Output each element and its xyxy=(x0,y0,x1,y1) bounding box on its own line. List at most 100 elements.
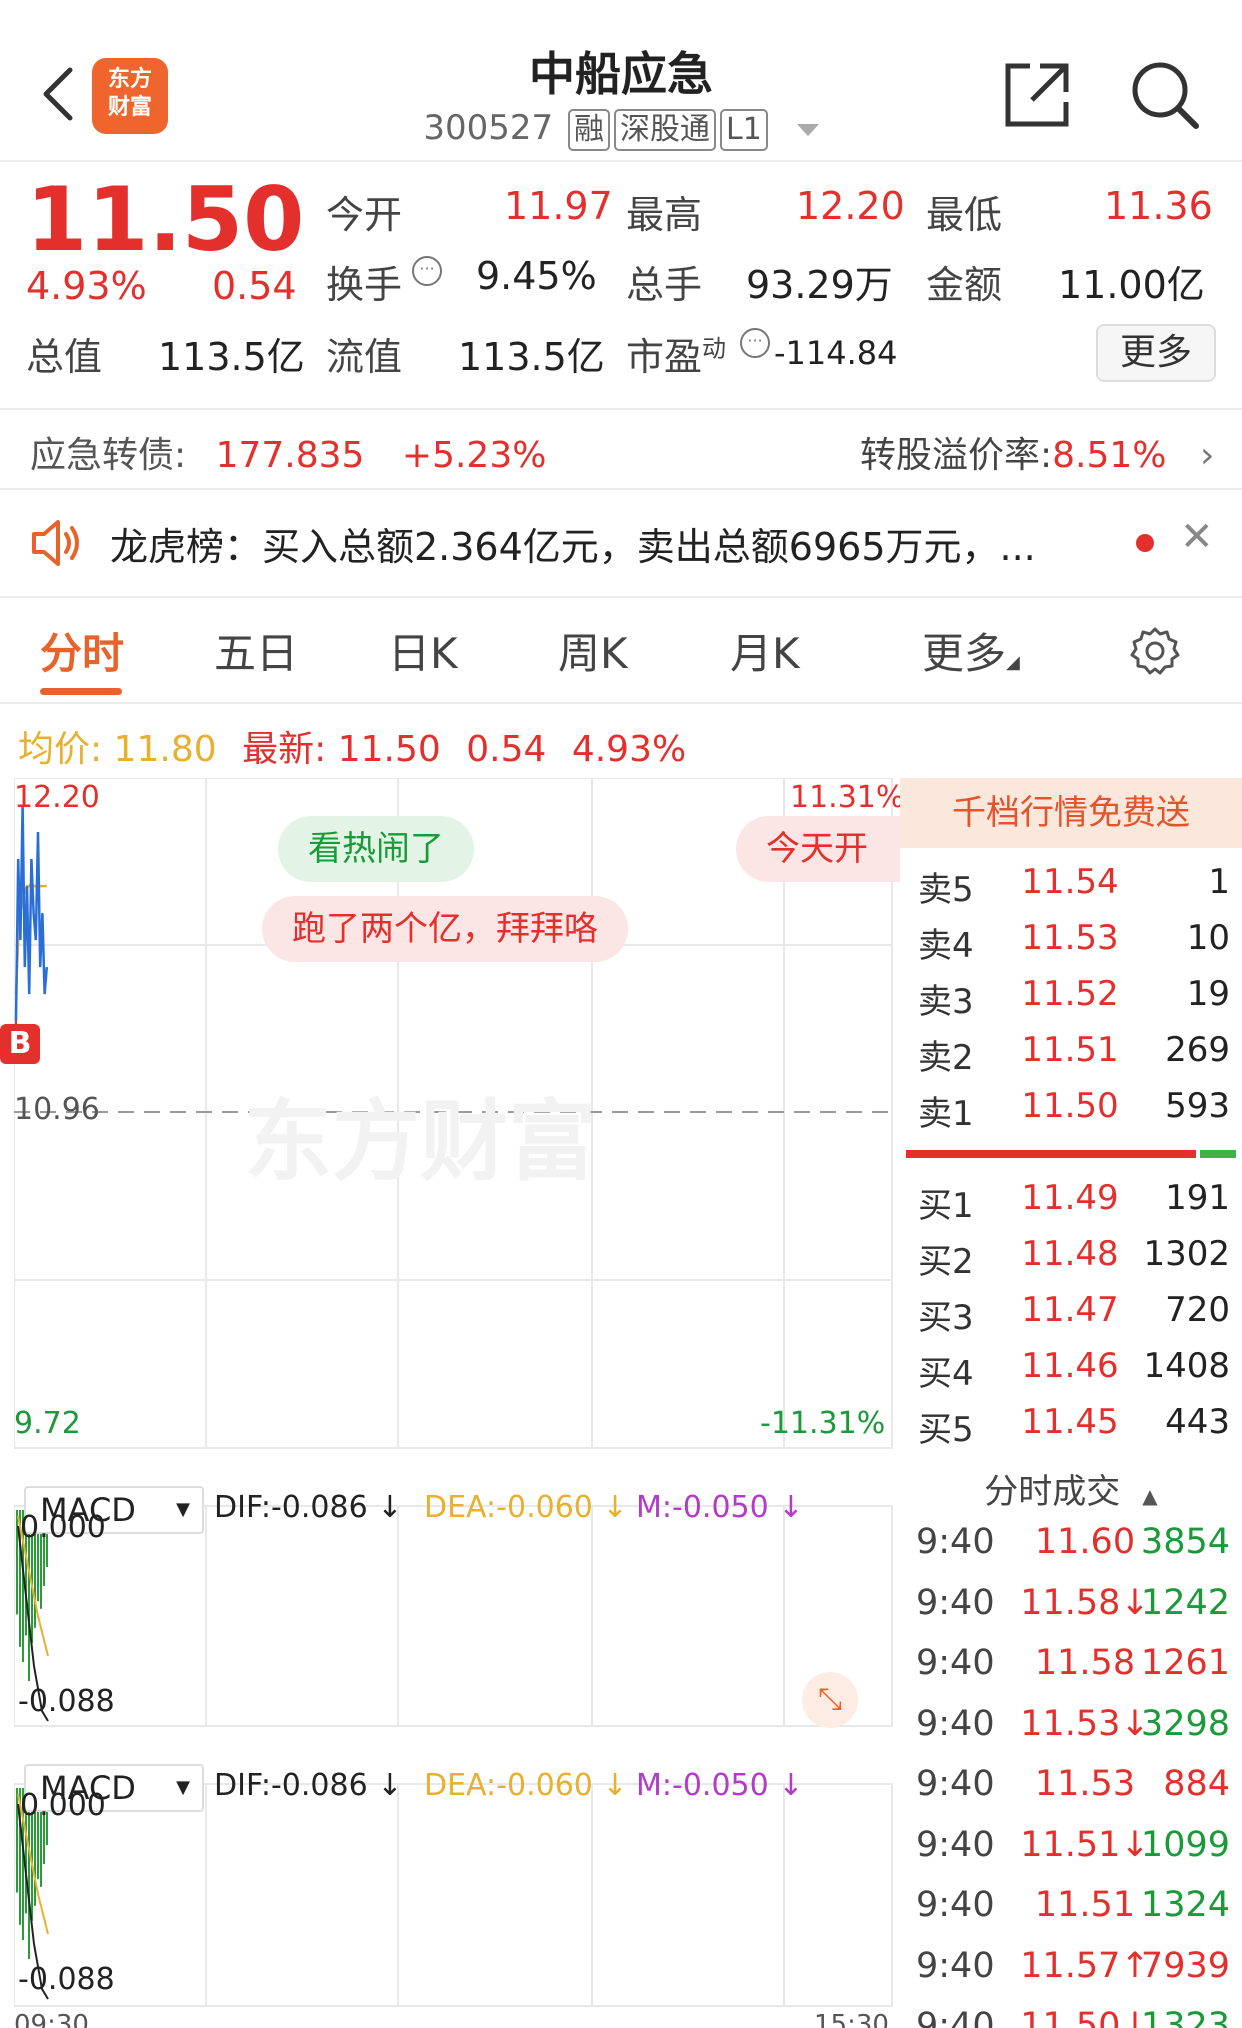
trade-row[interactable]: 9:40 11.50↓ 1323 xyxy=(900,2006,1242,2028)
tab-more[interactable]: 更多◢ xyxy=(922,620,1020,681)
macd-dea: DEA:-0.060 ↓ xyxy=(424,1490,628,1525)
ask-price: 11.54 xyxy=(1021,862,1119,902)
bid-volume: 191 xyxy=(1165,1178,1230,1218)
volume-label: 总手 xyxy=(626,263,703,307)
macd-dif: DIF:-0.086 ↓ xyxy=(214,1490,403,1525)
macd-m: M:-0.050 ↓ xyxy=(636,1490,804,1525)
more-button[interactable]: 更多 xyxy=(1096,324,1216,382)
pe-label-sup: 动 xyxy=(702,334,727,363)
tab-monthly-k[interactable]: 月K xyxy=(730,620,800,681)
macd-dea: DEA:-0.060 ↓ xyxy=(424,1768,628,1803)
macd-top-label: 0.000 xyxy=(20,1510,106,1545)
macd-header: MACD ▼ DIF:-0.086 ↓ DEA:-0.060 ↓ M:-0.050… xyxy=(14,1480,900,1536)
expand-icon[interactable]: ⤡ xyxy=(802,1672,858,1728)
tab-five-day[interactable]: 五日 xyxy=(214,620,298,681)
ask-price: 11.50 xyxy=(1021,1086,1119,1126)
mcap-label: 总值 xyxy=(26,335,103,379)
share-icon[interactable] xyxy=(1000,58,1074,132)
trade-row[interactable]: 9:40 11.60 3854 xyxy=(900,1522,1242,1580)
dropdown-arrow-icon[interactable] xyxy=(796,123,819,136)
ask-label: 卖5 xyxy=(918,870,974,910)
ask-row[interactable]: 卖3 11.52 19 xyxy=(900,974,1242,1030)
bid-label: 买3 xyxy=(918,1298,974,1338)
pct-bottom-label: -11.31% xyxy=(760,1406,886,1441)
dropdown-arrow-icon: ▼ xyxy=(176,1777,190,1798)
bid-volume: 720 xyxy=(1165,1290,1230,1330)
info-circle-icon[interactable]: ··· xyxy=(412,256,442,286)
trade-row[interactable]: 9:40 11.53 884 xyxy=(900,1764,1242,1822)
convertible-bond-row[interactable]: 应急转债: 177.835 +5.23% xyxy=(30,426,546,478)
comment-bubble[interactable]: 今天开 xyxy=(736,816,900,882)
turnover-value: 9.45% xyxy=(476,254,597,298)
trade-row[interactable]: 9:40 11.58 1261 xyxy=(900,1643,1242,1701)
comment-bubble[interactable]: 跑了两个亿，拜拜咯 xyxy=(262,896,628,962)
trades-title: 分时成交 xyxy=(984,1472,1121,1512)
ask-row[interactable]: 卖5 11.54 1 xyxy=(900,862,1242,918)
trades-header[interactable]: 分时成交 ▲ xyxy=(900,1464,1242,1513)
trade-price: 11.58 xyxy=(1034,1643,1136,1683)
promo-banner[interactable]: 千档行情免费送 xyxy=(900,778,1242,848)
bid-row[interactable]: 买1 11.49 191 xyxy=(900,1178,1242,1234)
bid-row[interactable]: 买2 11.48 1302 xyxy=(900,1234,1242,1290)
trade-row[interactable]: 9:40 11.58↓ 1242 xyxy=(900,1583,1242,1641)
divider xyxy=(0,488,1242,490)
trade-volume: 7939 xyxy=(1140,1945,1230,1986)
macd-header: MACD ▼ DIF:-0.086 ↓ DEA:-0.060 ↓ M:-0.050… xyxy=(14,1758,900,1814)
trade-row[interactable]: 9:40 11.53↓ 3298 xyxy=(900,1704,1242,1762)
bid-row[interactable]: 买3 11.47 720 xyxy=(900,1290,1242,1346)
x-start-label: 09:30 xyxy=(14,2010,89,2028)
ask-price: 11.53 xyxy=(1021,918,1119,958)
bid-row[interactable]: 买4 11.46 1408 xyxy=(900,1346,1242,1402)
bid-label: 买1 xyxy=(918,1186,974,1226)
trade-row[interactable]: 9:40 11.51 1324 xyxy=(900,1885,1242,1943)
tab-daily-k[interactable]: 日K xyxy=(388,620,458,681)
bid-price: 11.48 xyxy=(1021,1234,1119,1274)
premium-label: 转股溢价率: xyxy=(860,435,1053,476)
latest-change: 0.54 xyxy=(466,729,547,770)
comment-bubble[interactable]: 看热闹了 xyxy=(278,816,474,882)
close-icon[interactable]: ✕ xyxy=(1180,514,1214,560)
chart-info-line: 均价: 11.80 最新: 11.50 0.54 4.93% xyxy=(18,720,686,772)
tab-weekly-k[interactable]: 周K xyxy=(558,620,628,681)
trade-row[interactable]: 9:40 11.57↑ 7939 xyxy=(900,1946,1242,2004)
intraday-chart[interactable]: 东方财富 12.20 11.31% 10.96 9.72 -11.31% B 看… xyxy=(0,778,904,2028)
dragon-tiger-notice[interactable]: 龙虎榜：买入总额2.364亿元，卖出总额6965万元，... xyxy=(110,516,1036,571)
ask-volume: 19 xyxy=(1186,974,1230,1014)
ask-label: 卖1 xyxy=(918,1094,974,1134)
trade-volume: 1324 xyxy=(1140,1885,1230,1925)
ask-row[interactable]: 卖2 11.51 269 xyxy=(900,1030,1242,1086)
buy-marker[interactable]: B xyxy=(0,1024,40,1064)
trade-time: 9:40 xyxy=(916,2006,995,2028)
latest-value: 11.50 xyxy=(337,729,441,770)
unread-dot xyxy=(1136,534,1154,552)
ask-row[interactable]: 卖1 11.50 593 xyxy=(900,1086,1242,1142)
corner-triangle-icon: ◢ xyxy=(1006,652,1020,673)
trade-price: 11.53 xyxy=(1034,1764,1136,1804)
trade-time: 9:40 xyxy=(916,1764,995,1804)
stock-code: 300527 xyxy=(423,108,554,148)
bid-volume: 1302 xyxy=(1143,1234,1230,1274)
gear-icon[interactable] xyxy=(1130,626,1180,676)
collapse-caret-icon: ▲ xyxy=(1142,1484,1158,1508)
premium-row[interactable]: 转股溢价率:8.51% › xyxy=(860,426,1214,478)
header-bar: 东方 财富 中船应急 300527 融深股通 L1 xyxy=(0,0,1242,162)
trade-volume: 3298 xyxy=(1140,1703,1230,1744)
trade-volume: 1099 xyxy=(1140,1824,1230,1865)
float-value: 113.5亿 xyxy=(458,335,605,379)
ask-row[interactable]: 卖4 11.53 10 xyxy=(900,918,1242,974)
tab-intraday[interactable]: 分时 xyxy=(40,620,124,681)
trade-price: 11.60 xyxy=(1034,1522,1136,1562)
macd-dif: DIF:-0.086 ↓ xyxy=(214,1768,403,1803)
trade-row[interactable]: 9:40 11.51↓ 1099 xyxy=(900,1825,1242,1883)
float-label: 流值 xyxy=(326,335,403,379)
info-circle-icon[interactable]: ··· xyxy=(740,328,770,358)
tab-more-label: 更多 xyxy=(922,629,1007,678)
trade-price: 11.57↑ xyxy=(1020,1945,1150,1986)
ask-label: 卖2 xyxy=(918,1038,974,1078)
search-icon[interactable] xyxy=(1128,58,1202,132)
tag-margin: 融 xyxy=(567,109,610,151)
mcap-value: 113.5亿 xyxy=(158,335,305,379)
bid-row[interactable]: 买5 11.45 443 xyxy=(900,1402,1242,1458)
bid-label: 买2 xyxy=(918,1242,974,1282)
volume-value: 93.29万 xyxy=(746,263,893,307)
